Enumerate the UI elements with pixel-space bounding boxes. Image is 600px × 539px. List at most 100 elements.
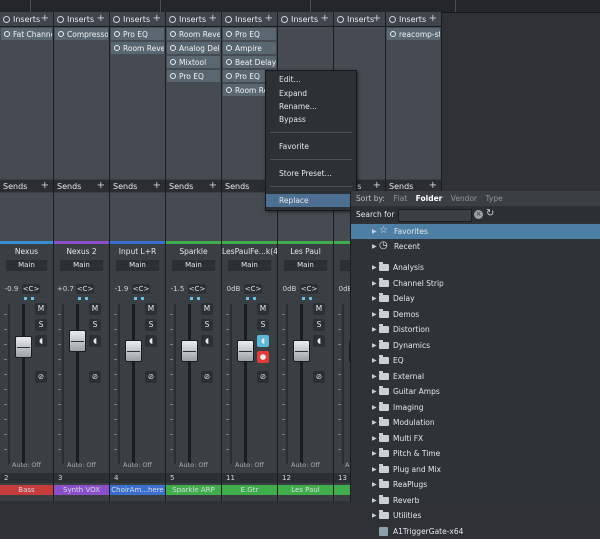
channel-name[interactable]: Sparkle [166,246,221,258]
sort-vendor-option[interactable]: Vendor [451,194,477,203]
power-icon[interactable] [57,15,64,23]
automation-icon[interactable]: ⊘ [35,371,47,383]
sort-flat-option[interactable]: Flat [393,194,407,203]
record-arm-button[interactable]: ● [257,351,269,363]
add-insert-icon[interactable]: + [429,13,437,24]
mute-button[interactable]: M [89,303,101,315]
expand-arrow-icon[interactable]: ▶ [372,446,377,461]
power-icon[interactable] [114,45,120,51]
automation-mode[interactable]: Auto: Off [166,461,221,469]
monitor-icon[interactable]: ◖ [89,335,101,347]
inserts-rack[interactable]: Fat Channel [0,27,53,179]
menu-item-favorite[interactable]: Favorite [266,140,356,153]
folder-item[interactable]: ▶ Reverb [351,493,600,508]
power-icon[interactable] [225,15,232,23]
insert-slot[interactable]: Analog Delay [167,42,220,54]
folder-item[interactable]: ▶ Distortion [351,322,600,337]
solo-button[interactable]: S [313,319,325,331]
expand-arrow-icon[interactable]: ▶ [372,260,377,275]
output-routing[interactable]: Main [6,260,47,271]
folder-item[interactable]: ▶ EQ [351,353,600,368]
browser-item-recent[interactable]: ▶ ◷ Recent [351,239,600,254]
folder-item[interactable]: ▶ Imaging [351,400,600,415]
folder-item[interactable]: ▶ Demos [351,307,600,322]
expand-arrow-icon[interactable]: ▶ [372,462,377,477]
mute-button[interactable]: M [35,303,47,315]
power-icon[interactable] [170,45,176,51]
power-icon[interactable] [114,31,120,37]
automation-icon[interactable]: ⊘ [145,371,157,383]
inserts-rack[interactable]: Room Reverb Analog Delay Mixtool Pro EQ [166,27,221,179]
pan-control[interactable]: <C> [22,284,40,294]
mute-button[interactable]: M [201,303,213,315]
add-send-icon[interactable]: + [153,180,161,191]
automation-icon[interactable]: ⊘ [257,371,269,383]
solo-button[interactable]: S [35,319,47,331]
volume-readout[interactable]: -1.5 [168,284,187,294]
add-insert-icon[interactable]: + [265,13,273,24]
power-icon[interactable] [170,59,176,65]
menu-item-bypass[interactable]: Bypass [266,113,356,126]
search-input[interactable] [398,209,472,222]
add-send-icon[interactable]: + [41,180,49,191]
folder-item[interactable]: ▶ Dynamics [351,338,600,353]
expand-arrow-icon[interactable]: ▶ [372,307,377,322]
power-icon[interactable] [337,15,344,23]
output-routing[interactable]: Main [60,260,103,271]
monitor-icon[interactable]: ◖ [257,335,269,347]
monitor-icon[interactable]: ◖ [145,335,157,347]
sort-folder-option[interactable]: Folder [416,194,443,203]
add-insert-icon[interactable]: + [153,13,161,24]
menu-item-expand[interactable]: Expand [266,87,356,100]
sends-rack[interactable] [166,193,221,241]
volume-readout[interactable]: 0dB [280,284,299,294]
expand-arrow-icon[interactable]: ▶ [372,384,377,399]
add-insert-icon[interactable]: + [97,13,105,24]
expand-arrow-icon[interactable]: ▶ [372,415,377,430]
pan-control[interactable]: <C> [132,284,150,294]
folder-item[interactable]: ▶ Utilities [351,508,600,523]
power-icon[interactable] [4,31,10,37]
add-insert-icon[interactable]: + [209,13,217,24]
folder-item[interactable]: ▶ Plug and Mix [351,462,600,477]
channel-name[interactable]: LesPaulFe...k(4) [222,246,277,258]
output-routing[interactable]: Main [284,260,327,271]
pan-control[interactable]: <C> [244,284,262,294]
volume-readout[interactable]: -1.9 [112,284,131,294]
pan-control[interactable]: <C> [300,284,318,294]
inserts-header[interactable]: Inserts + [0,12,53,27]
plugin-item[interactable]: A1TriggerGate-x64 [351,524,600,539]
inserts-rack[interactable]: Compressor [54,27,109,179]
solo-button[interactable]: S [201,319,213,331]
inserts-rack[interactable]: Pro EQ Room Reverb [110,27,165,179]
refresh-icon[interactable]: ↻ [486,208,494,219]
volume-fader[interactable] [69,330,86,352]
monitor-icon[interactable]: ◖ [313,335,325,347]
folder-item[interactable]: ▶ Delay [351,291,600,306]
channel-name[interactable]: Nexus [0,246,53,258]
inserts-header[interactable]: Inserts + [54,12,109,27]
sends-rack[interactable] [54,193,109,241]
insert-slot[interactable]: Room Reverb [111,42,164,54]
inserts-header[interactable]: Inserts + [334,12,385,27]
automation-mode[interactable]: Auto: Off [278,461,333,469]
expand-arrow-icon[interactable]: ▶ [372,338,377,353]
sends-rack[interactable] [0,193,53,241]
automation-mode[interactable]: Auto: Off [222,461,277,469]
insert-slot[interactable]: Room Reverb [167,28,220,40]
sends-rack[interactable] [110,193,165,241]
channel-name[interactable]: Nexus 2 [54,246,109,258]
fader-track[interactable] [76,304,79,464]
automation-icon[interactable]: ⊘ [313,371,325,383]
insert-slot[interactable]: Ampire [223,42,276,54]
browser-item-favorites[interactable]: ▶ ☆ Favorites [351,224,600,239]
expand-arrow-icon[interactable]: ▶ [372,508,377,523]
solo-button[interactable]: S [89,319,101,331]
add-insert-icon[interactable]: + [321,13,329,24]
folder-item[interactable]: ▶ Analysis [351,260,600,275]
add-insert-icon[interactable]: + [41,13,49,24]
folder-item[interactable]: ▶ Channel Strip [351,276,600,291]
pan-control[interactable]: <C> [188,284,206,294]
volume-readout[interactable]: 0dB [224,284,243,294]
inserts-header[interactable]: Inserts + [386,12,441,27]
